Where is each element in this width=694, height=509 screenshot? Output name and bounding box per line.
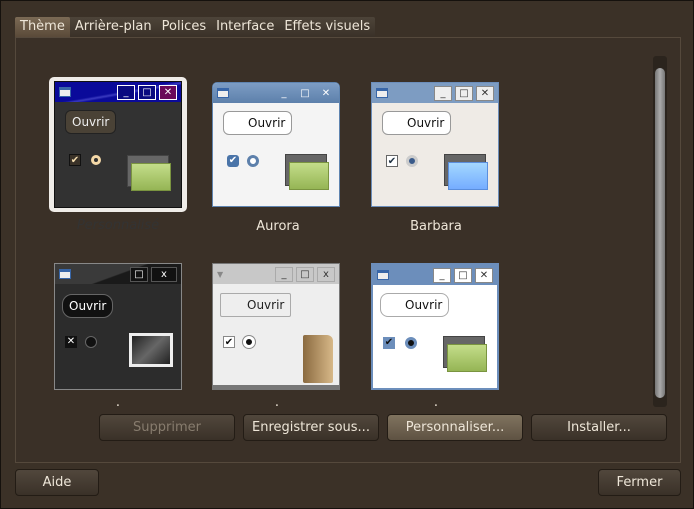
theme-list-scrollbar[interactable] — [653, 56, 667, 407]
close-button[interactable]: Fermer — [598, 469, 681, 496]
theme-label: . — [274, 395, 280, 410]
folder-icon — [303, 335, 333, 383]
checkbox-icon: ✔ — [227, 155, 239, 167]
preview-open-button: Ouvrir — [62, 294, 114, 318]
theme-thumbnail-aurora[interactable]: _ □ ✕ Ouvrir ✔ — [212, 82, 340, 207]
close-icon: ✕ — [476, 85, 494, 101]
preview-open-button: Ouvrir — [65, 110, 117, 134]
close-icon: ✕ — [475, 267, 493, 283]
minimize-icon: _ — [281, 87, 287, 99]
radio-icon — [247, 155, 259, 167]
window-icon — [217, 88, 229, 98]
theme-label: . — [115, 395, 121, 410]
folder-icon — [444, 154, 488, 190]
close-icon: ✕ — [321, 87, 331, 99]
window-icon — [377, 270, 389, 280]
tab-fonts[interactable]: Polices — [157, 17, 211, 37]
folder-icon — [127, 155, 171, 191]
maximize-icon: □ — [300, 87, 310, 99]
tab-bar: Thème Arrière-plan Polices Interface Eff… — [15, 17, 376, 37]
checkbox-icon: ✔ — [386, 155, 398, 167]
theme-thumbnail-custom[interactable]: _ □ ✕ Ouvrir ✔ — [54, 81, 182, 208]
preview-open-button: Ouvrir — [223, 111, 293, 135]
customize-button[interactable]: Personnaliser... — [387, 414, 523, 441]
preview-open-button: Ouvrir — [380, 293, 450, 317]
close-icon: ✕ — [159, 84, 177, 100]
radio-icon — [406, 155, 418, 167]
radio-icon — [405, 337, 417, 349]
window-icon — [59, 269, 71, 279]
radio-icon — [243, 336, 255, 348]
checkbox-icon: ✔ — [69, 154, 81, 166]
help-button[interactable]: Aide — [15, 469, 99, 496]
scrollbar-thumb[interactable] — [655, 68, 665, 398]
checkbox-icon: ✕ — [65, 336, 77, 348]
preview-open-button: Ouvrir — [220, 293, 292, 317]
folder-icon — [285, 154, 329, 190]
maximize-icon: □ — [130, 266, 148, 282]
theme-thumbnail-4[interactable]: □ x Ouvrir ✕ — [54, 263, 182, 390]
theme-thumbnail-barbara[interactable]: _ □ ✕ Ouvrir ✔ — [371, 82, 499, 207]
close-icon: x — [317, 266, 335, 282]
tab-background[interactable]: Arrière-plan — [70, 17, 157, 37]
save-as-button[interactable]: Enregistrer sous... — [243, 414, 379, 441]
tab-theme[interactable]: Thème — [15, 17, 70, 37]
theme-thumbnail-6[interactable]: _ □ ✕ Ouvrir ✔ — [371, 263, 499, 390]
maximize-icon: □ — [455, 85, 473, 101]
checkbox-icon: ✔ — [223, 336, 235, 348]
window-icon — [376, 88, 388, 98]
minimize-icon: _ — [275, 266, 293, 282]
theme-label: Aurora — [256, 219, 300, 234]
folder-icon — [443, 336, 487, 372]
radio-icon — [85, 336, 97, 348]
install-button[interactable]: Installer... — [531, 414, 667, 441]
theme-label: Personnalisé — [76, 218, 160, 233]
tab-interface[interactable]: Interface — [211, 17, 279, 37]
radio-icon — [91, 155, 101, 165]
delete-button[interactable]: Supprimer — [99, 414, 235, 441]
theme-thumbnail-5[interactable]: ▼ _ □ x Ouvrir ✔ — [212, 263, 340, 390]
maximize-icon: □ — [138, 84, 156, 100]
theme-label: . — [433, 395, 439, 410]
theme-label: Barbara — [410, 219, 462, 234]
minimize-icon: _ — [117, 84, 135, 100]
minimize-icon: _ — [433, 267, 451, 283]
close-icon: x — [151, 266, 177, 282]
window-icon — [59, 87, 71, 97]
maximize-icon: □ — [454, 267, 472, 283]
checkbox-icon: ✔ — [383, 337, 395, 349]
tab-visual-effects[interactable]: Effets visuels — [279, 17, 375, 37]
image-icon — [129, 333, 173, 367]
minimize-icon: _ — [434, 85, 452, 101]
maximize-icon: □ — [296, 266, 314, 282]
preview-open-button: Ouvrir — [382, 111, 452, 135]
